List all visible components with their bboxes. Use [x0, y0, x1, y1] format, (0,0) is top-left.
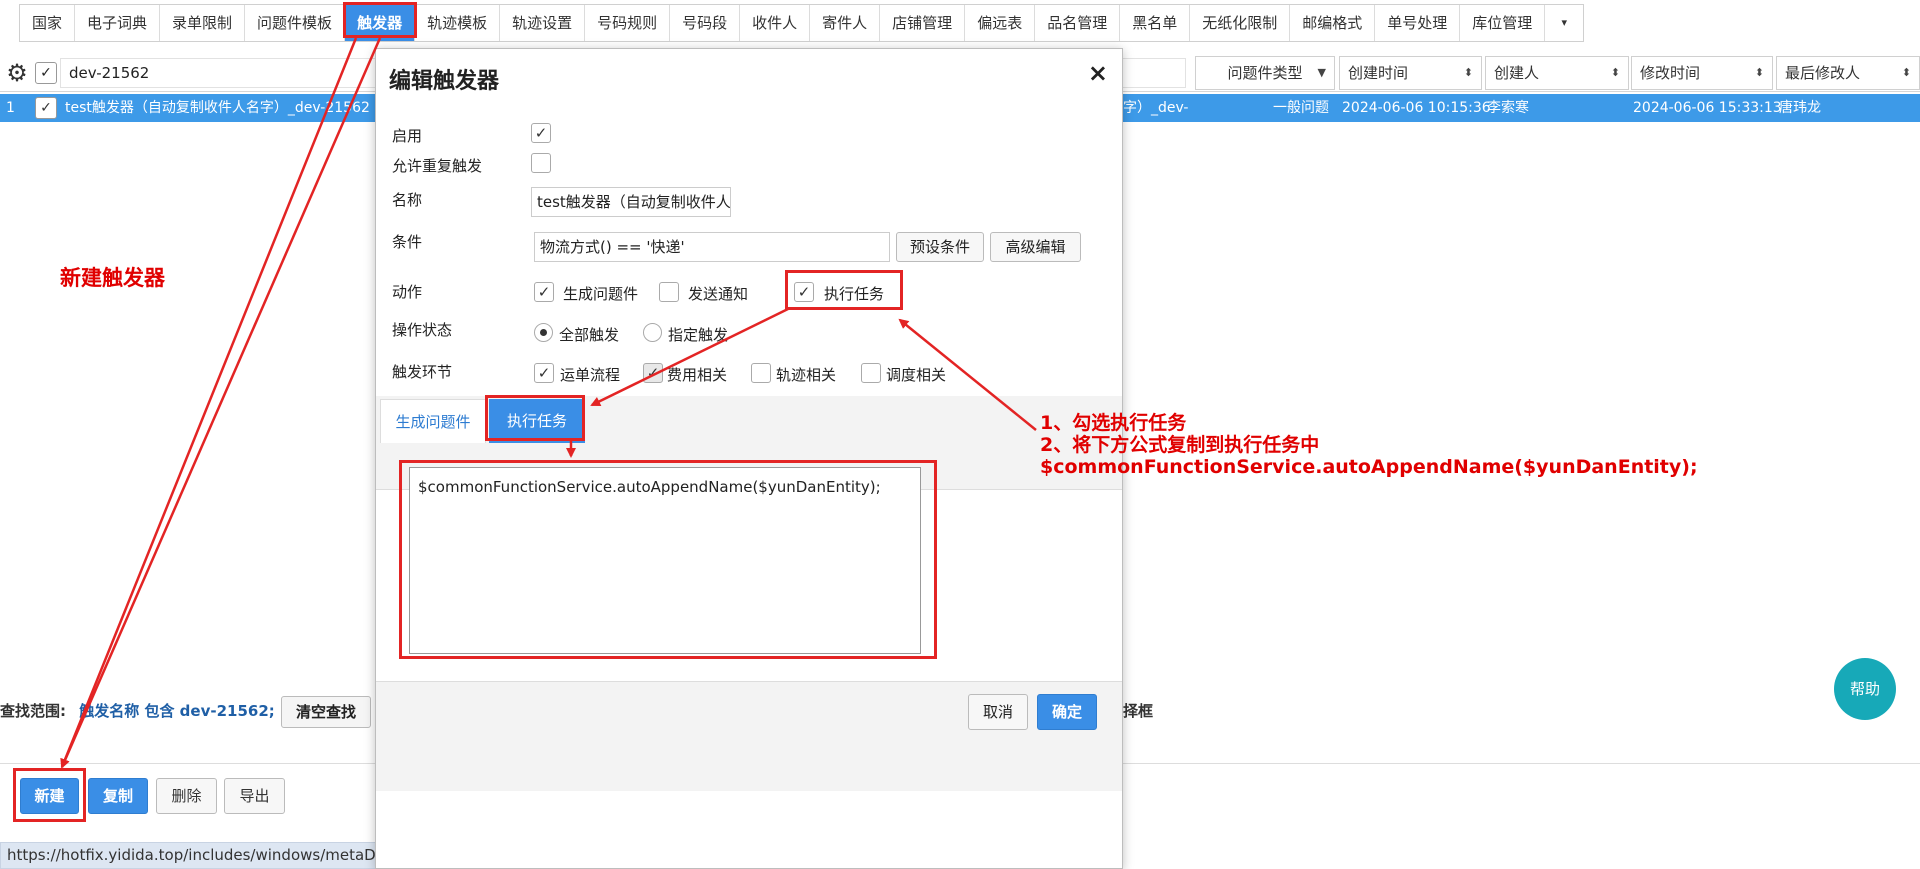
row-trigger-name-tail: 字）_dev-	[1123, 100, 1189, 116]
tab-country[interactable]: 国家	[20, 5, 76, 41]
annotation-box-subtab	[485, 395, 585, 441]
dialog-title: 编辑触发器	[389, 69, 500, 94]
column-header-creator[interactable]: 创建人 ⬍	[1485, 56, 1629, 90]
tab-recipient[interactable]: 收件人	[740, 5, 811, 41]
action-create-problem-checkbox[interactable]: ✓	[534, 282, 554, 302]
search-scope: 查找范围: 触发名称 包含 dev-21562;	[0, 700, 275, 721]
advanced-edit-button[interactable]: 高级编辑	[990, 232, 1081, 262]
name-input[interactable]: test触发器（自动复制收件人:	[531, 187, 731, 217]
trigger-all-label: 全部触发	[559, 326, 620, 344]
column-header-created-at[interactable]: 创建时间 ⬍	[1339, 56, 1482, 90]
search-scope-label: 查找范围:	[0, 702, 66, 720]
row-trigger-name: test触发器（自动复制收件人名字）_dev-21562	[65, 100, 370, 116]
op-status-label: 操作状态	[392, 321, 453, 339]
stage-fee-label: 费用相关	[667, 366, 728, 384]
trigger-stage-label: 触发环节	[392, 363, 453, 381]
tab-remote-table[interactable]: 偏远表	[965, 5, 1036, 41]
filter-dropdown-icon[interactable]: ▼	[1318, 57, 1326, 89]
tab-number-rules[interactable]: 号码规则	[585, 5, 671, 41]
stage-waybill-label: 运单流程	[560, 366, 621, 384]
name-label: 名称	[392, 191, 423, 209]
action-create-problem-label: 生成问题件	[563, 285, 639, 303]
action-send-notice-checkbox[interactable]	[659, 282, 679, 302]
sort-icon[interactable]: ⬍	[1611, 57, 1620, 89]
tab-postcode-format[interactable]: 邮编格式	[1290, 5, 1376, 41]
row-modified-at: 2024-06-06 15:33:13	[1633, 100, 1782, 116]
column-header-modified-at[interactable]: 修改时间 ⬍	[1631, 56, 1773, 90]
help-button[interactable]: 帮助	[1834, 658, 1896, 720]
sort-icon[interactable]: ⬍	[1755, 57, 1764, 89]
enabled-checkbox[interactable]: ✓	[531, 123, 551, 143]
tab-track-template[interactable]: 轨迹模板	[415, 5, 501, 41]
tab-sender[interactable]: 寄件人	[810, 5, 881, 41]
allow-repeat-checkbox[interactable]	[531, 153, 551, 173]
annotation-box-run-task	[785, 270, 903, 310]
condition-label: 条件	[392, 233, 423, 251]
column-label: 创建人	[1494, 64, 1540, 82]
sort-icon[interactable]: ⬍	[1464, 57, 1473, 89]
edit-trigger-dialog: 编辑触发器 × 启用 ✓ 允许重复触发 名称 test触发器（自动复制收件人: …	[375, 48, 1123, 869]
preset-condition-button[interactable]: 预设条件	[896, 232, 984, 262]
annotation-steps: 1、勾选执行任务 2、将下方公式复制到执行任务中 $commonFunction…	[1040, 412, 1698, 478]
row-creator: 李索寒	[1487, 100, 1529, 116]
action-send-notice-label: 发送通知	[688, 285, 749, 303]
gear-icon[interactable]: ⚙	[4, 60, 30, 86]
arrow-tab-to-new	[60, 37, 358, 769]
delete-button[interactable]: 删除	[156, 778, 217, 814]
column-header-problem-type[interactable]: 问题件类型 ▼	[1195, 56, 1335, 90]
stage-fee-checkbox[interactable]: ✓	[643, 363, 663, 383]
trigger-specified-label: 指定触发	[668, 326, 729, 344]
confirm-button[interactable]: 确定	[1037, 694, 1097, 730]
stage-dispatch-checkbox[interactable]	[861, 363, 881, 383]
annotation-new-trigger: 新建触发器	[60, 265, 165, 290]
tab-entry-limit[interactable]: 录单限制	[160, 5, 246, 41]
search-scope-condition: 触发名称 包含 dev-21562;	[79, 702, 275, 720]
stage-track-label: 轨迹相关	[776, 366, 837, 384]
tab-problem-template[interactable]: 问题件模板	[245, 5, 346, 41]
tab-product-names[interactable]: 品名管理	[1035, 5, 1121, 41]
tab-track-settings[interactable]: 轨迹设置	[500, 5, 586, 41]
tab-more-dropdown[interactable]: ▾	[1545, 5, 1583, 41]
row-last-modifier: 唐玮龙	[1779, 100, 1821, 116]
cancel-button[interactable]: 取消	[968, 694, 1028, 730]
tab-location-management[interactable]: 库位管理	[1460, 5, 1546, 41]
row-problem-type: 一般问题	[1273, 100, 1329, 116]
close-icon[interactable]: ×	[1088, 59, 1108, 87]
select-all-checkbox[interactable]: ✓	[35, 62, 57, 84]
condition-input[interactable]: 物流方式() == '快递'	[534, 232, 890, 262]
stage-dispatch-label: 调度相关	[886, 366, 947, 384]
allow-repeat-label: 允许重复触发	[392, 157, 483, 175]
annotation-box-script	[399, 460, 937, 659]
tab-number-range[interactable]: 号码段	[670, 5, 741, 41]
subtab-create-problem[interactable]: 生成问题件	[380, 399, 486, 443]
column-label: 修改时间	[1640, 64, 1701, 82]
trigger-all-radio[interactable]	[534, 323, 553, 342]
stage-waybill-checkbox[interactable]: ✓	[534, 363, 554, 383]
column-label: 最后修改人	[1785, 64, 1861, 82]
action-label: 动作	[392, 283, 423, 301]
copy-button[interactable]: 复制	[88, 778, 148, 814]
stage-track-checkbox[interactable]	[751, 363, 771, 383]
tab-blacklist[interactable]: 黑名单	[1120, 5, 1191, 41]
tab-number-processing[interactable]: 单号处理	[1375, 5, 1461, 41]
tab-dictionary[interactable]: 电子词典	[75, 5, 161, 41]
column-label: 创建时间	[1348, 64, 1409, 82]
tab-paperless-limit[interactable]: 无纸化限制	[1190, 5, 1291, 41]
column-header-last-modifier[interactable]: 最后修改人 ⬍	[1776, 56, 1920, 90]
tab-shop-management[interactable]: 店铺管理	[880, 5, 966, 41]
annotation-box-trigger-tab	[343, 2, 417, 38]
clear-search-button[interactable]: 清空查找	[281, 696, 371, 728]
sort-icon[interactable]: ⬍	[1902, 57, 1911, 89]
module-tab-bar: 国家 电子词典 录单限制 问题件模板 触发器 轨迹模板 轨迹设置 号码规则 号码…	[19, 4, 1585, 42]
column-label: 问题件类型	[1227, 64, 1303, 82]
arrow-tab-to-new-2	[60, 37, 382, 768]
trigger-specified-radio[interactable]	[643, 323, 662, 342]
row-checkbox[interactable]: ✓	[35, 97, 57, 119]
enabled-label: 启用	[392, 127, 423, 145]
export-button[interactable]: 导出	[224, 778, 285, 814]
row-created-at: 2024-06-06 10:15:36	[1342, 100, 1491, 116]
annotation-box-new-button	[13, 768, 86, 822]
row-index: 1	[6, 100, 15, 116]
